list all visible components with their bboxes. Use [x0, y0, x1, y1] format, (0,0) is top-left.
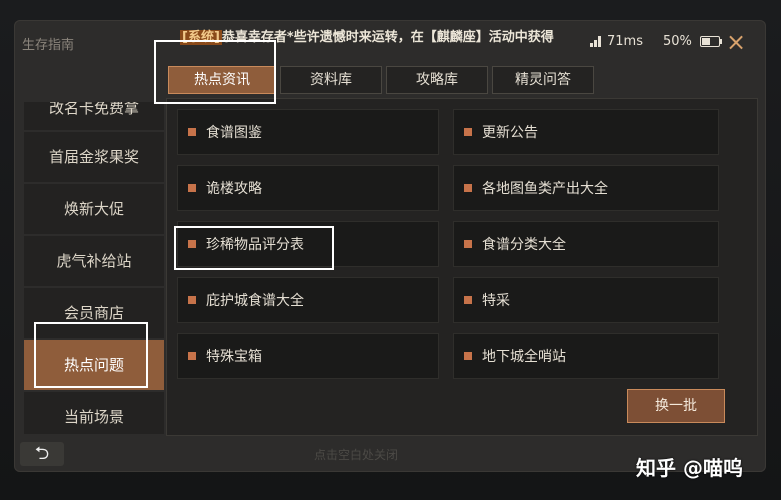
list-item[interactable]: 诡楼攻略: [177, 165, 439, 211]
list-item[interactable]: 地下城全哨站: [453, 333, 719, 379]
sidebar-item-member-shop[interactable]: 会员商店: [24, 288, 164, 340]
bullet-icon: [188, 296, 196, 304]
tab-qa[interactable]: 精灵问答: [492, 66, 594, 94]
list-item-label: 特殊宝箱: [206, 349, 262, 365]
list-item-label: 食谱分类大全: [482, 237, 566, 253]
tab-database[interactable]: 资料库: [280, 66, 382, 94]
bullet-icon: [188, 240, 196, 248]
list-item[interactable]: 各地图鱼类产出大全: [453, 165, 719, 211]
bullet-icon: [464, 128, 472, 136]
guide-panel: 生存指南 [系统] 恭喜幸存者*些许遗憾时来运转，在【麒麟座】活动中获得 71ms…: [14, 20, 766, 472]
bullet-icon: [188, 184, 196, 192]
list-item[interactable]: 更新公告: [453, 109, 719, 155]
broadcast-text: 恭喜幸存者*些许遗憾时来运转，在【麒麟座】活动中获得: [221, 30, 554, 45]
battery-icon: [699, 36, 722, 47]
battery-value: 50%: [662, 34, 692, 49]
list-item-label: 诡楼攻略: [206, 181, 262, 197]
list-item-label: 庇护城食谱大全: [206, 293, 304, 309]
broadcast-tag: [系统]: [180, 30, 222, 45]
list-item-label: 特采: [482, 293, 510, 309]
list-item-label: 各地图鱼类产出大全: [482, 181, 608, 197]
bullet-icon: [188, 352, 196, 360]
topic-grid: 食谱图鉴 更新公告 诡楼攻略 各地图鱼类产出大全 珍稀物品评分表 食谱分类大全 …: [177, 109, 723, 379]
sidebar-item-supply-station[interactable]: 虎气补给站: [24, 236, 164, 288]
content-area: 食谱图鉴 更新公告 诡楼攻略 各地图鱼类产出大全 珍稀物品评分表 食谱分类大全 …: [166, 98, 758, 436]
sidebar-item-renewal-sale[interactable]: 焕新大促: [24, 184, 164, 236]
sidebar-item-rename-card[interactable]: 改名卡免费拿: [24, 102, 164, 132]
top-bar: 生存指南 [系统] 恭喜幸存者*些许遗憾时来运转，在【麒麟座】活动中获得 71ms…: [14, 20, 766, 64]
tab-guides[interactable]: 攻略库: [386, 66, 488, 94]
list-item-label: 地下城全哨站: [482, 349, 566, 365]
list-item[interactable]: 特采: [453, 277, 719, 323]
bullet-icon: [464, 352, 472, 360]
signal-icon: [590, 36, 601, 47]
list-item[interactable]: 珍稀物品评分表: [177, 221, 439, 267]
bullet-icon: [464, 240, 472, 248]
close-hint: 点击空白处关闭: [314, 448, 399, 462]
ping-value: 71ms: [607, 34, 643, 49]
refresh-button[interactable]: 换一批: [627, 389, 725, 423]
list-item[interactable]: 特殊宝箱: [177, 333, 439, 379]
tab-hot-news[interactable]: 热点资讯: [168, 66, 276, 94]
broadcast-marquee: [系统] 恭喜幸存者*些许遗憾时来运转，在【麒麟座】活动中获得: [180, 26, 570, 48]
close-icon[interactable]: ×: [724, 30, 748, 54]
bullet-icon: [464, 296, 472, 304]
sidebar-item-current-scene[interactable]: 当前场景: [24, 392, 164, 434]
status-indicators: 71ms 50%: [590, 34, 722, 49]
sidebar: 改名卡免费拿 首届金浆果奖 焕新大促 虎气补给站 会员商店 热点问题 当前场景: [24, 102, 164, 434]
list-item-label: 更新公告: [482, 125, 538, 141]
sidebar-item-hot-questions[interactable]: 热点问题: [24, 340, 164, 392]
bullet-icon: [464, 184, 472, 192]
list-item-label: 珍稀物品评分表: [206, 237, 304, 253]
list-item[interactable]: 食谱分类大全: [453, 221, 719, 267]
tab-bar: 热点资讯 资料库 攻略库 精灵问答: [168, 66, 594, 94]
list-item[interactable]: 食谱图鉴: [177, 109, 439, 155]
watermark: 知乎 @喵呜: [636, 456, 743, 480]
back-icon[interactable]: ⮌: [20, 442, 64, 466]
sidebar-item-berry-award[interactable]: 首届金浆果奖: [24, 132, 164, 184]
list-item[interactable]: 庇护城食谱大全: [177, 277, 439, 323]
panel-title: 生存指南: [22, 38, 75, 53]
list-item-label: 食谱图鉴: [206, 125, 262, 141]
bullet-icon: [188, 128, 196, 136]
